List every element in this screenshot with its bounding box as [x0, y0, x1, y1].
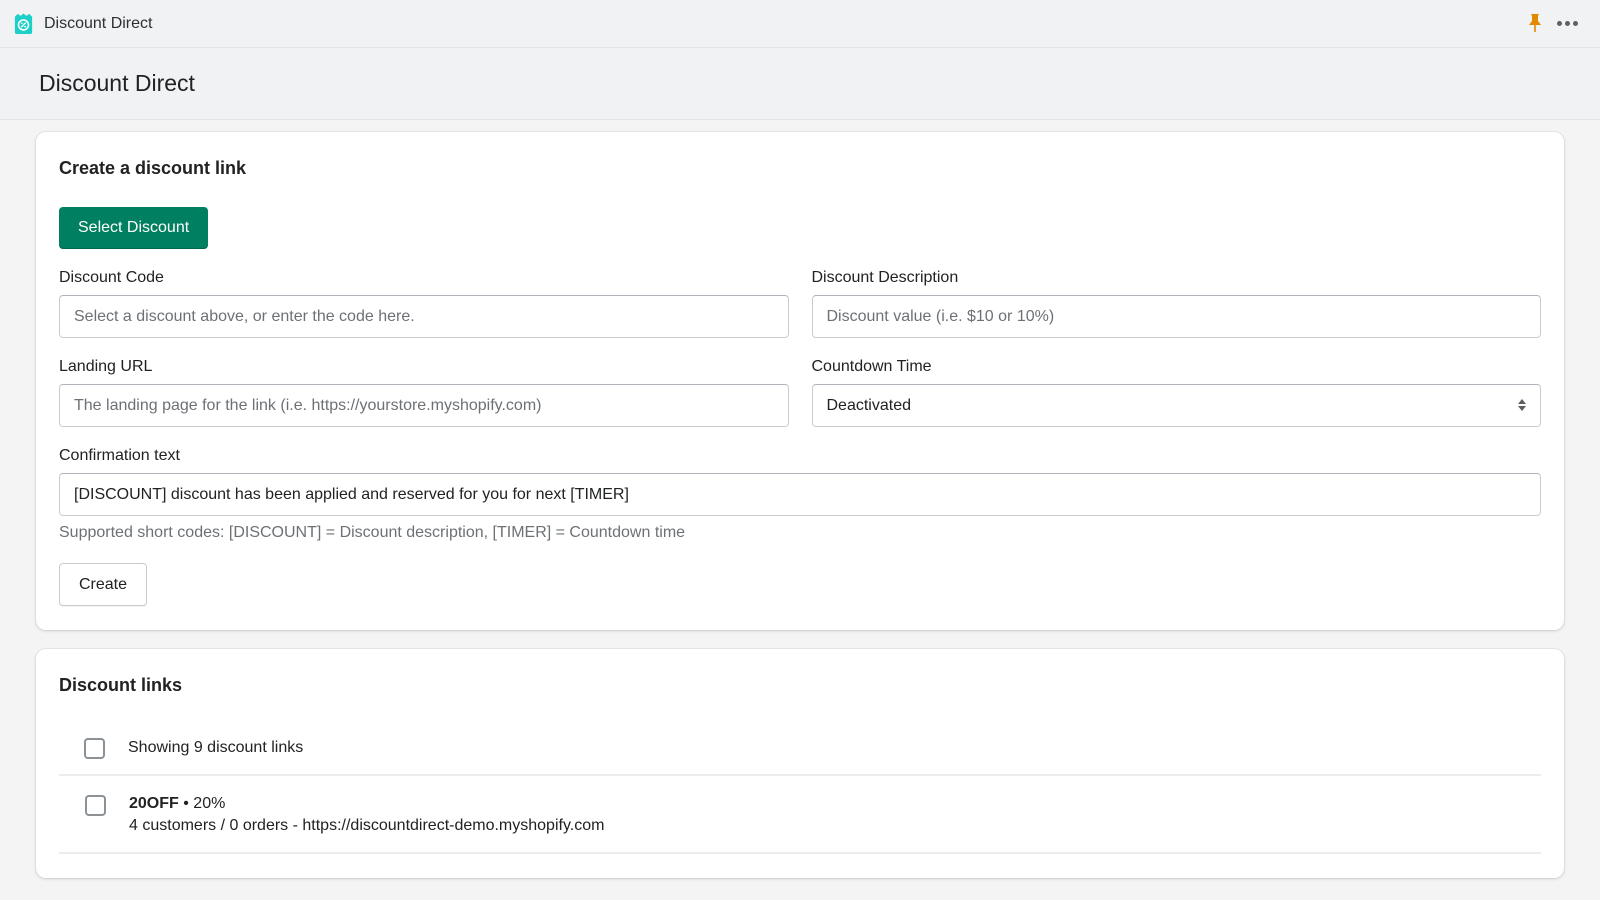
card-title: Discount links — [59, 675, 183, 695]
list-header: Showing 9 discount links — [59, 722, 1541, 776]
app-name: Discount Direct — [44, 14, 153, 32]
app-logo-icon — [14, 13, 33, 35]
confirmation-text-input[interactable] — [59, 473, 1541, 516]
app-topbar: Discount Direct — [0, 0, 1600, 48]
discount-description-label: Discount Description — [811, 269, 959, 286]
landing-url-label: Landing URL — [59, 358, 153, 375]
item-value: 20% — [193, 795, 226, 812]
confirmation-text-label: Confirmation text — [59, 447, 180, 464]
showing-count-label: Showing 9 discount links — [128, 739, 304, 756]
discount-code-input[interactable] — [59, 295, 789, 338]
list-item[interactable]: 20OFF • 20% 4 customers / 0 orders - htt… — [59, 776, 1541, 854]
countdown-time-label: Countdown Time — [811, 358, 932, 375]
item-separator: • — [178, 795, 194, 812]
page-header: Discount Direct — [0, 48, 1600, 120]
pin-icon[interactable] — [1527, 13, 1543, 33]
create-button[interactable]: Create — [59, 563, 148, 606]
countdown-time-select[interactable]: Deactivated — [811, 384, 1541, 427]
card-title: Create a discount link — [59, 158, 247, 178]
select-discount-button[interactable]: Select Discount — [59, 207, 209, 249]
item-code: 20OFF — [129, 795, 179, 812]
discount-description-input[interactable] — [811, 295, 1541, 338]
discount-links-card: Discount links Showing 9 discount links … — [36, 649, 1564, 878]
page-title: Discount Direct — [39, 70, 195, 96]
create-discount-link-card: Create a discount link Select Discount D… — [36, 132, 1564, 630]
item-checkbox[interactable] — [85, 795, 106, 816]
landing-url-input[interactable] — [59, 384, 789, 427]
discount-code-label: Discount Code — [59, 269, 164, 286]
item-details: 4 customers / 0 orders - https://discoun… — [129, 817, 605, 834]
select-all-checkbox[interactable] — [84, 737, 105, 759]
short-codes-help-text: Supported short codes: [DISCOUNT] = Disc… — [59, 524, 686, 541]
more-actions-icon[interactable] — [1557, 13, 1578, 33]
